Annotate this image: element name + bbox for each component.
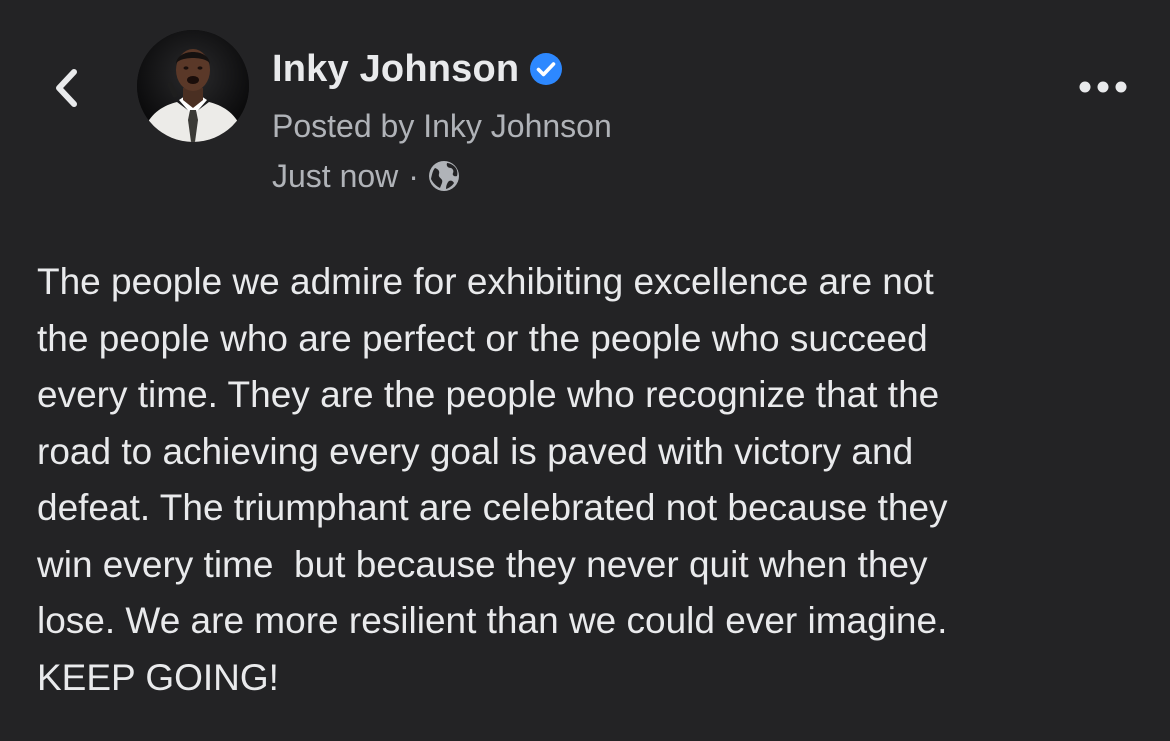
post-meta: Just now ·: [272, 156, 612, 196]
avatar[interactable]: [137, 30, 249, 142]
author-block: Inky Johnson Posted by Inky Johnson Just…: [272, 44, 612, 196]
profile-photo: [137, 30, 249, 142]
back-button[interactable]: [46, 62, 86, 114]
author-name[interactable]: Inky Johnson: [272, 48, 519, 91]
chevron-left-icon: [53, 68, 79, 108]
globe-icon[interactable]: [427, 159, 461, 193]
posted-by-label: Posted by Inky Johnson: [272, 108, 612, 144]
timestamp[interactable]: Just now: [272, 158, 398, 195]
post-text: The people we admire for exhibiting exce…: [37, 261, 948, 698]
author-row: Inky Johnson: [272, 44, 612, 94]
verified-badge-icon: [529, 52, 563, 86]
meta-separator: ·: [408, 157, 419, 194]
more-options-button[interactable]: [1076, 72, 1130, 102]
more-horizontal-icon: [1078, 80, 1128, 94]
